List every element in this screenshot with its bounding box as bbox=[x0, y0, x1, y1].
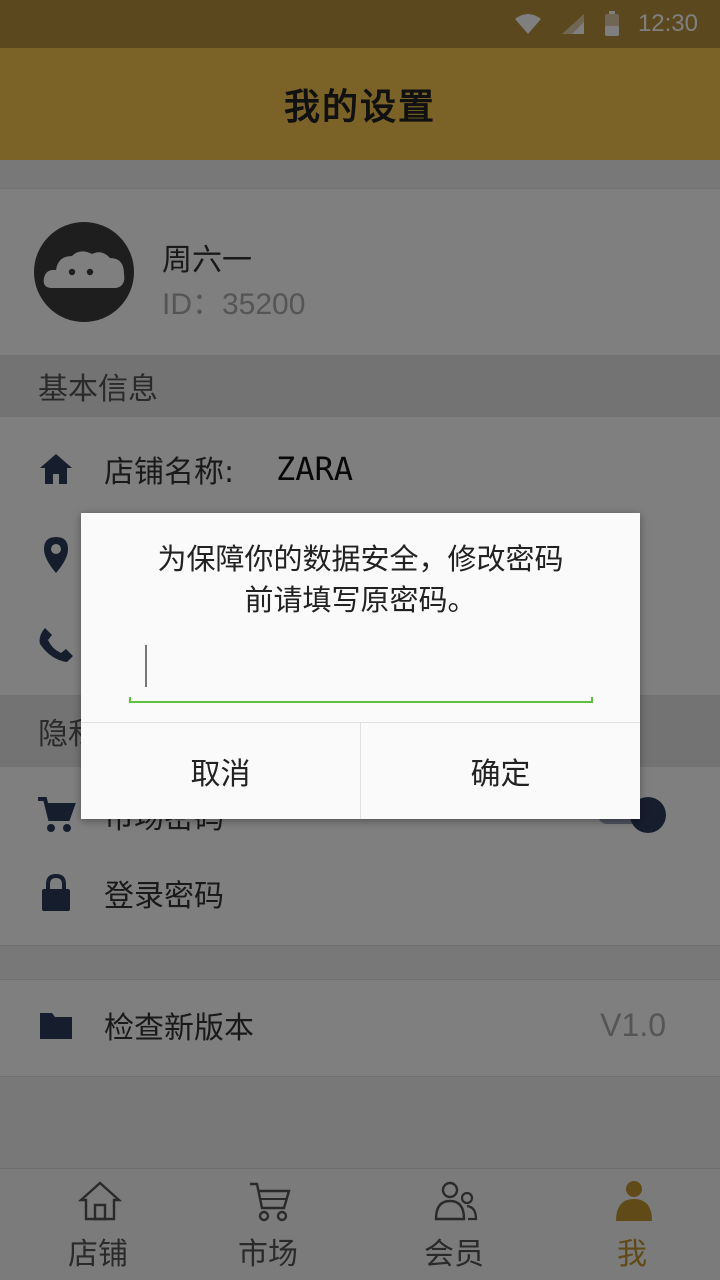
dialog-message-line2: 前请填写原密码。 bbox=[244, 583, 477, 617]
confirm-button[interactable]: 确定 bbox=[360, 723, 640, 819]
text-cursor bbox=[145, 645, 147, 687]
dialog-message-line1: 为保障你的数据安全，修改密码 bbox=[157, 542, 564, 576]
input-underline bbox=[129, 697, 593, 703]
original-password-input[interactable] bbox=[129, 641, 593, 697]
verify-password-dialog: 为保障你的数据安全，修改密码 前请填写原密码。 取消 确定 bbox=[81, 513, 640, 819]
dialog-message: 为保障你的数据安全，修改密码 前请填写原密码。 bbox=[101, 539, 620, 621]
dialog-buttons: 取消 确定 bbox=[81, 722, 640, 819]
cancel-button[interactable]: 取消 bbox=[81, 723, 360, 819]
